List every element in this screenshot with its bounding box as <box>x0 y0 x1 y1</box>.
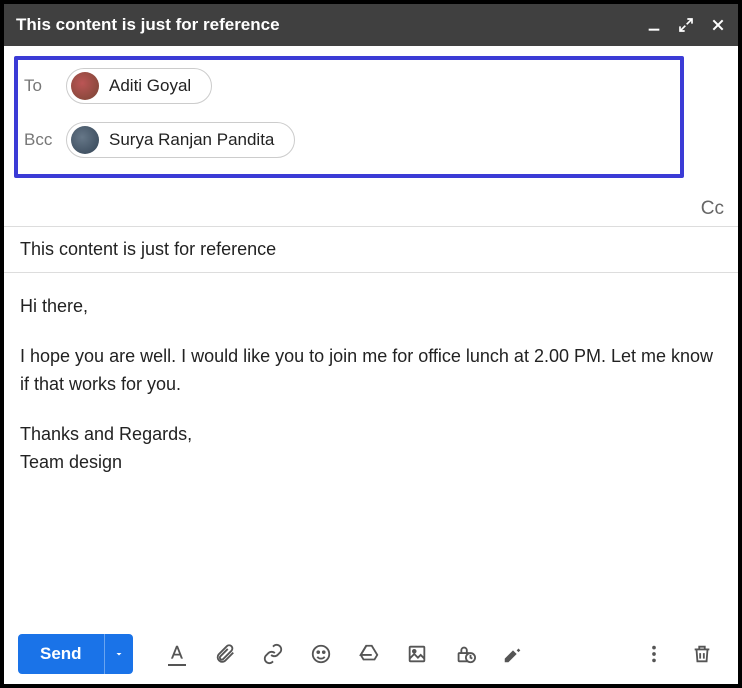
bcc-field-row[interactable]: Bcc Surya Ranjan Pandita <box>24 122 670 158</box>
discard-draft-icon[interactable] <box>684 636 720 672</box>
to-label: To <box>24 76 58 96</box>
compose-toolbar: Send <box>4 624 738 684</box>
signoff-line2: Team design <box>20 452 122 472</box>
send-button[interactable]: Send <box>18 634 104 674</box>
insert-signature-icon[interactable] <box>495 636 531 672</box>
compose-window: This content is just for reference To Ad… <box>0 0 742 688</box>
to-recipient-name: Aditi Goyal <box>109 76 191 96</box>
insert-photo-icon[interactable] <box>399 636 435 672</box>
insert-link-icon[interactable] <box>255 636 291 672</box>
cc-row: Cc <box>4 192 738 227</box>
recipients-area: To Aditi Goyal Bcc Surya Ranjan Pandita <box>4 46 738 192</box>
format-text-icon[interactable] <box>159 636 195 672</box>
cc-toggle[interactable]: Cc <box>701 198 724 220</box>
subject-field[interactable]: This content is just for reference <box>4 227 738 273</box>
email-body[interactable]: Hi there, I hope you are well. I would l… <box>4 273 738 624</box>
avatar-icon <box>71 72 99 100</box>
subject-text: This content is just for reference <box>20 239 276 259</box>
body-greeting: Hi there, <box>20 293 722 321</box>
attach-file-icon[interactable] <box>207 636 243 672</box>
to-field-row[interactable]: To Aditi Goyal <box>24 68 670 104</box>
window-title: This content is just for reference <box>16 15 646 35</box>
bcc-label: Bcc <box>24 130 58 150</box>
more-options-icon[interactable] <box>636 636 672 672</box>
titlebar: This content is just for reference <box>4 4 738 46</box>
send-group: Send <box>18 634 133 674</box>
avatar-icon <box>71 126 99 154</box>
expand-icon[interactable] <box>678 17 694 33</box>
body-paragraph: I hope you are well. I would like you to… <box>20 343 722 399</box>
window-controls <box>646 17 726 33</box>
send-options-button[interactable] <box>104 634 133 674</box>
confidential-mode-icon[interactable] <box>447 636 483 672</box>
close-icon[interactable] <box>710 17 726 33</box>
body-signoff: Thanks and Regards, Team design <box>20 421 722 477</box>
bcc-recipient-chip[interactable]: Surya Ranjan Pandita <box>66 122 295 158</box>
recipients-highlight: To Aditi Goyal Bcc Surya Ranjan Pandita <box>14 56 684 178</box>
bcc-recipient-name: Surya Ranjan Pandita <box>109 130 274 150</box>
to-recipient-chip[interactable]: Aditi Goyal <box>66 68 212 104</box>
minimize-icon[interactable] <box>646 17 662 33</box>
insert-drive-icon[interactable] <box>351 636 387 672</box>
content-area: To Aditi Goyal Bcc Surya Ranjan Pandita … <box>4 46 738 684</box>
insert-emoji-icon[interactable] <box>303 636 339 672</box>
signoff-line1: Thanks and Regards, <box>20 424 192 444</box>
